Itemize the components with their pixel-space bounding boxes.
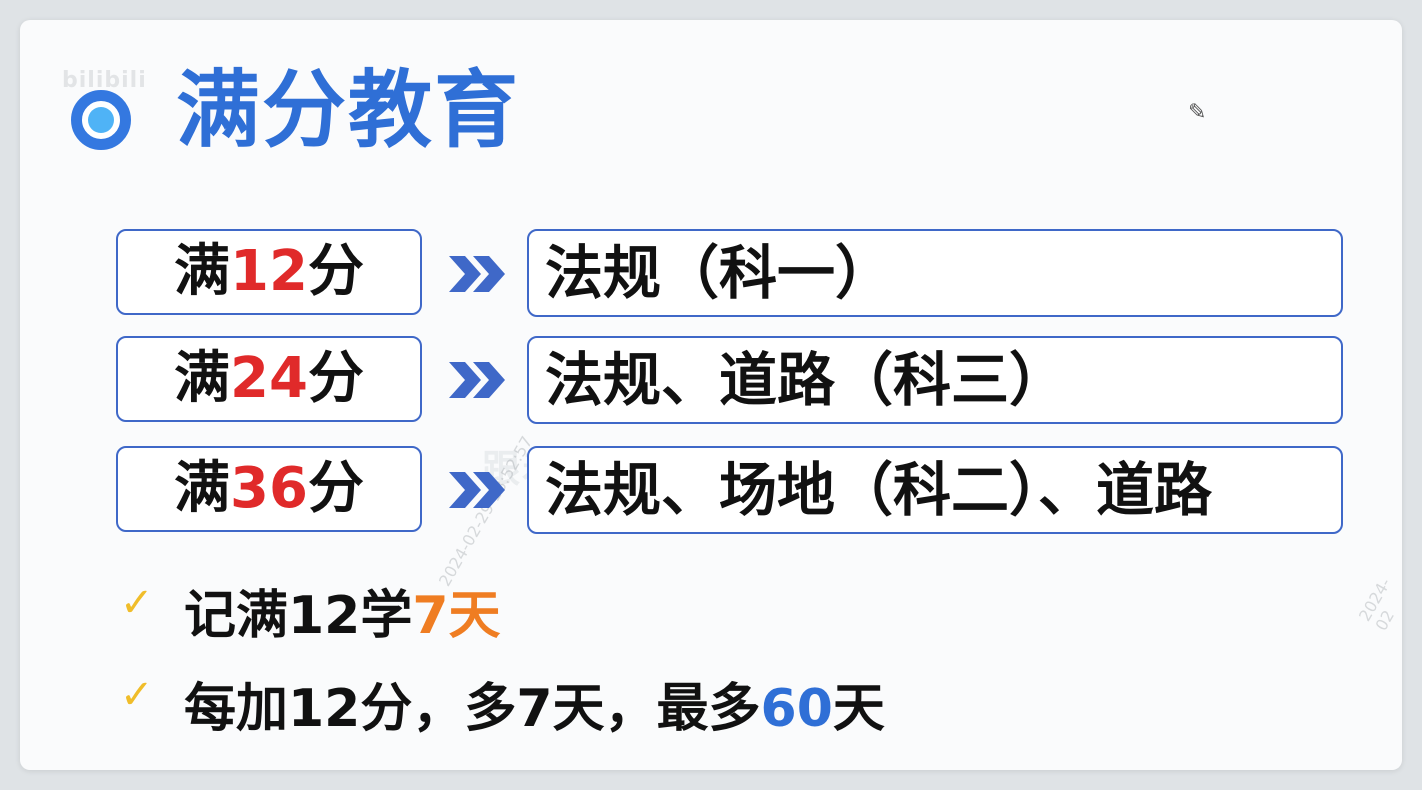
score-suffix: 分 [307,456,364,521]
date-watermark-edge: 2024-02 [1355,574,1399,634]
note-text: 记满12学 [184,586,413,646]
checkmark-icon: ✓ [120,580,154,626]
note-text: 每加12分，多7天，最多 [184,679,761,739]
score-suffix: 分 [307,239,364,304]
score-prefix: 满 [174,346,231,411]
result-box-36: 法规、场地（科二）、道路 [527,446,1343,534]
score-box-12: 满12分 [116,229,422,315]
note-study-days: 记满12学7天 [184,573,501,648]
score-prefix: 满 [174,456,231,521]
page-title: 满分教育 [176,61,521,159]
score-number: 24 [230,346,308,411]
result-box-24: 法规、道路（科三） [527,336,1343,424]
note-highlight: 7天 [412,586,501,646]
double-chevron-right-icon [449,472,505,508]
double-chevron-right-icon [449,362,505,398]
score-box-24: 满24分 [116,336,422,422]
result-box-12: 法规（科一） [527,229,1343,317]
slide-canvas: bilibili 跟着肖肖学驾考 2024-02-29 18:52:57 202… [20,20,1402,770]
note-extra-days: 每加12分，多7天，最多60天 [184,666,885,741]
score-prefix: 满 [174,239,231,304]
note-text-tail: 天 [832,679,885,739]
target-ring-icon [71,90,131,150]
double-chevron-right-icon [449,256,505,292]
note-highlight: 60 [760,679,833,739]
score-suffix: 分 [307,346,364,411]
score-number: 36 [230,456,308,521]
score-box-36: 满36分 [116,446,422,532]
pencil-cursor-icon: ✎ [1188,100,1207,125]
score-number: 12 [230,239,308,304]
checkmark-icon: ✓ [120,672,154,718]
